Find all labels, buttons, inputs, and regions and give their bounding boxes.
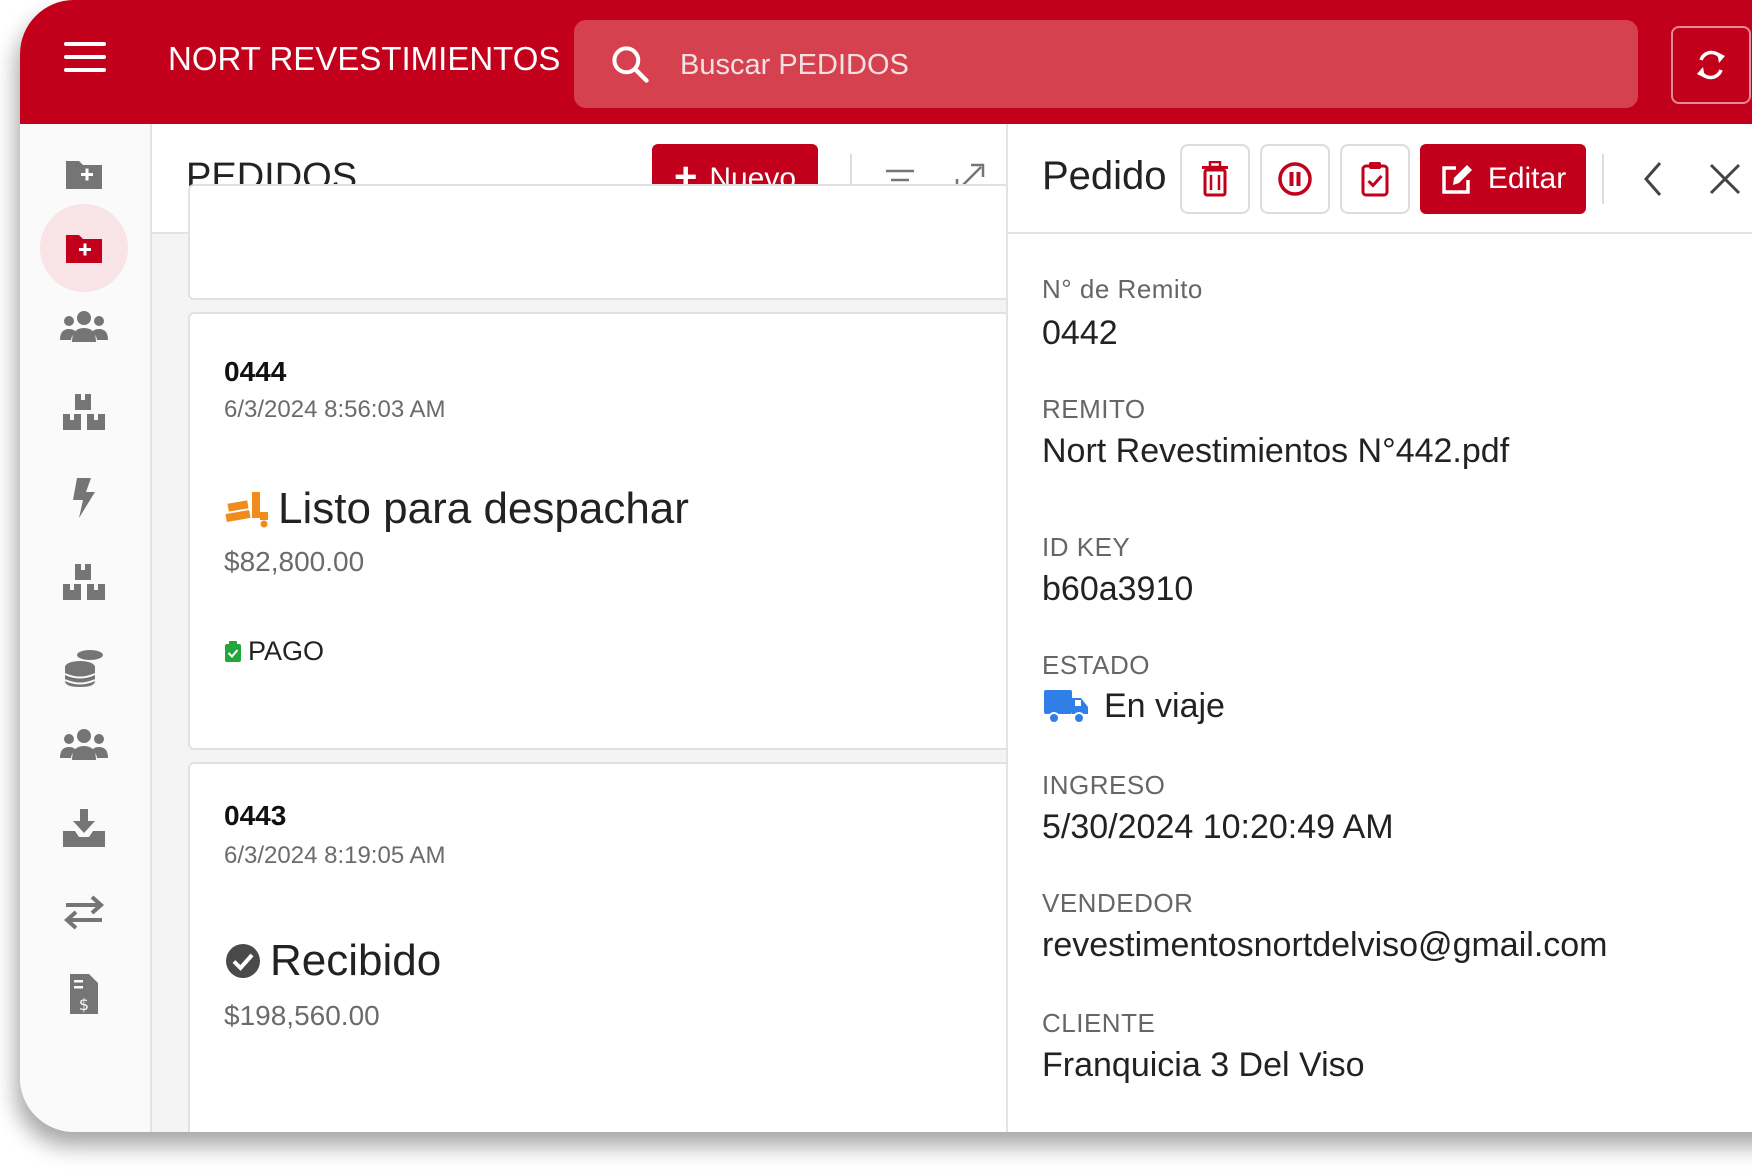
list-item[interactable]: 0443 6/3/2024 8:19:05 AM Recibido $198,5…: [188, 762, 1006, 1132]
check-circle-icon: [226, 944, 260, 978]
remito-file-link[interactable]: Nort Revestimientos N°442.pdf: [1042, 432, 1509, 471]
close-icon: [1709, 163, 1741, 195]
pedido-number: 0443: [224, 800, 287, 831]
edit-button-label: Editar: [1487, 162, 1567, 195]
delete-button[interactable]: [1180, 144, 1250, 214]
folder-plus-icon: [66, 161, 102, 189]
clipboard-check-icon: [225, 640, 241, 662]
edit-button[interactable]: Editar: [1420, 144, 1586, 214]
idkey-label: ID KEY: [1042, 532, 1131, 562]
ingreso-label: INGRESO: [1042, 770, 1166, 800]
estado-value: En viaje: [1042, 686, 1225, 726]
payment-label: PAGO: [248, 636, 325, 666]
edit-icon: [1442, 165, 1472, 194]
sidebar-item-clientes[interactable]: [40, 282, 128, 370]
sidebar-item-facturas[interactable]: $: [40, 950, 128, 1038]
search-icon: [612, 46, 649, 83]
pedidos-list-panel: PEDIDOS + Nuevo 0444 6/3/2024 8:56:03 AM…: [152, 124, 1008, 1132]
search-input[interactable]: [678, 38, 1582, 92]
divider: [1602, 154, 1604, 204]
vendedor-value: revestimentosnortdelviso@gmail.com: [1042, 926, 1608, 964]
sidebar-item-ingresos[interactable]: [40, 784, 128, 872]
pedido-date: 6/3/2024 8:56:03 AM: [224, 396, 446, 423]
vendedor-label: VENDEDOR: [1042, 888, 1194, 918]
detail-header: Pedido Editar: [1008, 124, 1752, 234]
pedido-number: 0444: [224, 356, 287, 387]
inbox-download-icon: [63, 809, 105, 847]
remito-label: REMITO: [1042, 394, 1146, 424]
pedido-date: 6/3/2024 8:19:05 AM: [224, 842, 446, 869]
pedido-detail-panel: Pedido Editar N° de Remito 0442 REMITO N…: [1008, 124, 1752, 1132]
remito-number-value: 0442: [1042, 314, 1118, 352]
sidebar-item-actividad[interactable]: [40, 454, 128, 542]
cliente-value: Franquicia 3 Del Viso: [1042, 1046, 1365, 1084]
sidebar-item-pedidos[interactable]: [40, 204, 128, 292]
sidebar-item-transferencias[interactable]: [40, 868, 128, 956]
users-icon: [60, 729, 108, 760]
coins-icon: [64, 650, 103, 687]
pedido-amount: $198,560.00: [224, 1000, 380, 1031]
boxes-icon: [63, 564, 105, 600]
sync-button[interactable]: [1671, 26, 1751, 104]
app-title: NORT REVESTIMIENTOS: [168, 40, 561, 77]
sidebar-item-stock[interactable]: [40, 538, 128, 626]
idkey-value: b60a3910: [1042, 570, 1194, 608]
sidebar-item-finanzas[interactable]: [40, 624, 128, 712]
svg-text:$: $: [79, 995, 89, 1014]
ingreso-value: 5/30/2024 10:20:49 AM: [1042, 808, 1394, 846]
list-item-partial[interactable]: [188, 184, 1006, 300]
remito-number-label: N° de Remito: [1042, 274, 1203, 304]
estado-label: ESTADO: [1042, 650, 1150, 680]
estado-text: En viaje: [1104, 686, 1225, 725]
status-label: Recibido: [270, 936, 442, 985]
clipboard-check-icon: [1361, 162, 1389, 197]
boxes-icon: [63, 394, 105, 430]
sidebar-item-usuarios[interactable]: [40, 700, 128, 788]
chevron-left-icon: [1644, 162, 1662, 196]
trash-icon: [1202, 161, 1228, 197]
detail-title: Pedido: [1042, 154, 1167, 198]
status-label: Listo para despachar: [278, 484, 689, 533]
sidebar: $: [20, 124, 152, 1132]
hamburger-menu-icon[interactable]: [64, 42, 106, 76]
pedido-status: Listo para despachar: [224, 484, 689, 534]
app-window: NORT REVESTIMIENTOS Buscar PEDIDOS $ PED…: [20, 0, 1752, 1132]
truck-icon: [1044, 690, 1088, 724]
pedido-amount: $82,800.00: [224, 546, 365, 577]
list-item[interactable]: 0444 6/3/2024 8:56:03 AM Listo para desp…: [188, 312, 1006, 750]
invoice-dollar-icon: $: [70, 974, 98, 1014]
search-bar[interactable]: [574, 20, 1638, 108]
mark-done-button[interactable]: [1340, 144, 1410, 214]
pause-button[interactable]: [1260, 144, 1330, 214]
users-icon: [60, 311, 108, 342]
close-button[interactable]: [1700, 154, 1750, 204]
bolt-icon: [73, 478, 95, 518]
sidebar-item-productos[interactable]: [40, 368, 128, 456]
pause-circle-icon: [1278, 162, 1312, 196]
cliente-label: CLIENTE: [1042, 1008, 1156, 1038]
folder-plus-icon: [66, 235, 102, 263]
previous-button[interactable]: [1628, 154, 1678, 204]
pedido-status: Recibido: [224, 936, 441, 986]
transfer-arrows-icon: [63, 895, 105, 930]
top-app-bar: NORT REVESTIMIENTOS: [20, 0, 1752, 124]
payment-badge: PAGO: [224, 636, 324, 667]
sync-icon: [1697, 50, 1725, 80]
loading-truck-icon: [225, 492, 268, 528]
